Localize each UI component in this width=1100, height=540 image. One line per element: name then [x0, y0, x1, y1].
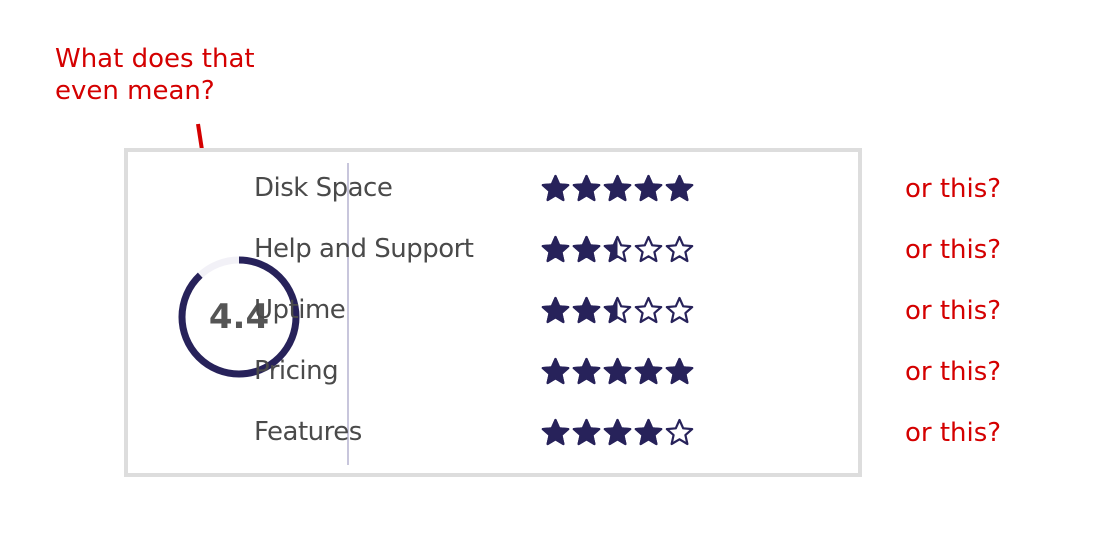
star-half-icon — [603, 235, 632, 263]
category-label: Disk Space — [254, 173, 393, 203]
star-full-icon — [634, 174, 663, 202]
star-full-icon — [541, 174, 570, 202]
star-full-icon — [572, 235, 601, 263]
star-full-icon — [603, 174, 632, 202]
category-label: Features — [254, 417, 362, 447]
star-full-icon — [541, 235, 570, 263]
star-full-icon — [572, 174, 601, 202]
or-this-annotation: or this? — [905, 418, 1002, 448]
category-label: Uptime — [254, 295, 346, 325]
star-empty-icon — [665, 418, 694, 446]
star-empty-icon — [634, 235, 663, 263]
star-full-icon — [572, 296, 601, 324]
category-row: Help and Support — [254, 229, 714, 269]
star-empty-icon — [665, 296, 694, 324]
star-rating — [541, 296, 694, 326]
star-half-icon — [603, 296, 632, 324]
star-full-icon — [603, 418, 632, 446]
or-this-annotation: or this? — [905, 174, 1002, 204]
category-row: Disk Space — [254, 168, 714, 208]
star-full-icon — [665, 174, 694, 202]
star-full-icon — [541, 357, 570, 385]
star-empty-icon — [665, 235, 694, 263]
star-full-icon — [541, 296, 570, 324]
star-rating — [541, 235, 694, 265]
category-row: Pricing — [254, 351, 714, 391]
star-full-icon — [665, 357, 694, 385]
star-rating — [541, 174, 694, 204]
star-full-icon — [634, 418, 663, 446]
category-label: Pricing — [254, 356, 339, 386]
category-row: Uptime — [254, 290, 714, 330]
category-row: Features — [254, 412, 714, 452]
star-full-icon — [572, 418, 601, 446]
or-this-annotation: or this? — [905, 235, 1002, 265]
star-rating — [541, 418, 694, 448]
star-rating — [541, 357, 694, 387]
star-full-icon — [541, 418, 570, 446]
or-this-annotation: or this? — [905, 357, 1002, 387]
star-full-icon — [634, 357, 663, 385]
star-full-icon — [572, 357, 601, 385]
star-empty-icon — [634, 296, 663, 324]
star-full-icon — [603, 357, 632, 385]
question-annotation: What does that even mean? — [55, 44, 255, 106]
or-this-annotation: or this? — [905, 296, 1002, 326]
category-label: Help and Support — [254, 234, 474, 264]
